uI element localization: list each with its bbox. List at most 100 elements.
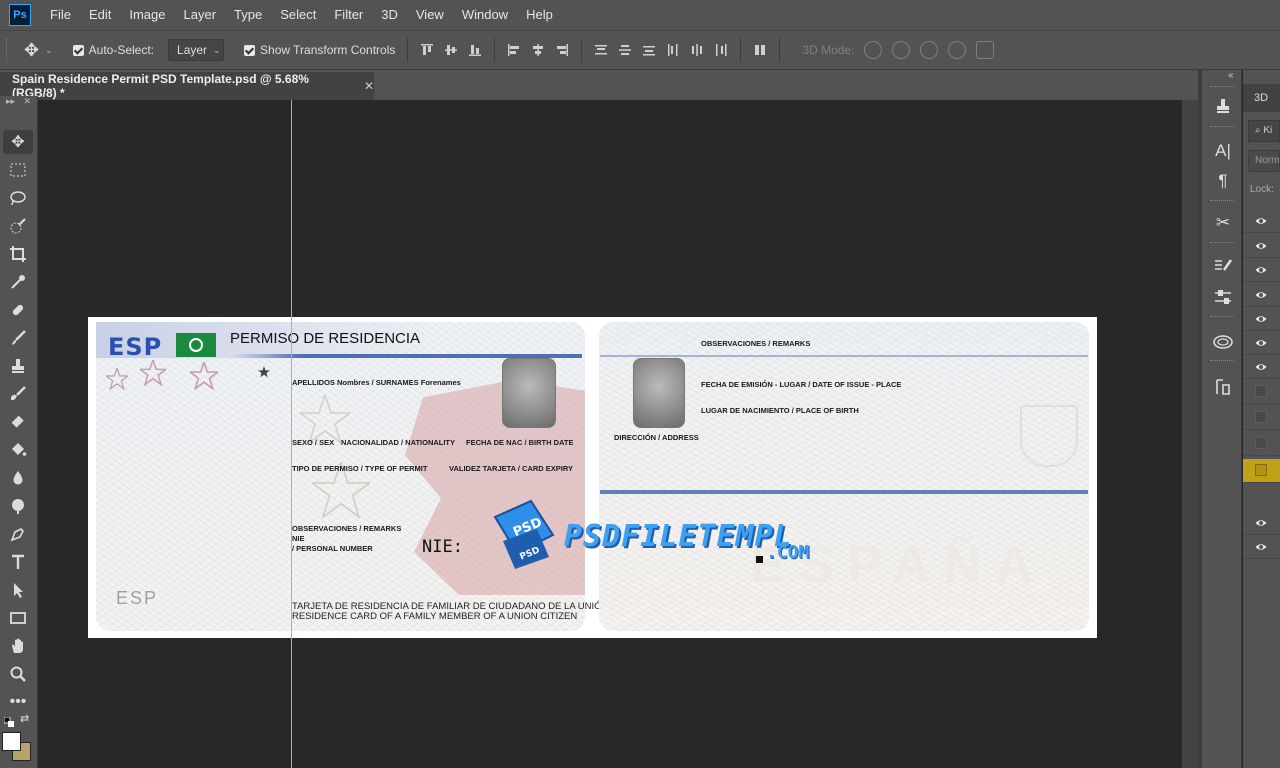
distribute-top-icon[interactable] bbox=[594, 43, 608, 57]
layer-row[interactable] bbox=[1243, 511, 1280, 535]
layer-row[interactable] bbox=[1243, 209, 1280, 233]
visibility-eye-icon[interactable] bbox=[1255, 313, 1267, 325]
menu-layer[interactable]: Layer bbox=[175, 0, 226, 30]
more-icon[interactable]: ••• bbox=[3, 690, 33, 714]
orbit-3d-icon[interactable] bbox=[864, 41, 883, 59]
libraries-icon[interactable] bbox=[1210, 328, 1236, 354]
menu-filter[interactable]: Filter bbox=[325, 0, 372, 30]
layer-row[interactable] bbox=[1243, 234, 1280, 258]
visibility-eye-icon[interactable] bbox=[1255, 517, 1267, 529]
path-select-icon[interactable] bbox=[3, 578, 33, 602]
roll-3d-icon[interactable] bbox=[892, 41, 911, 59]
quick-select-icon[interactable] bbox=[3, 214, 33, 238]
menu-help[interactable]: Help bbox=[517, 0, 562, 30]
healing-brush-icon[interactable] bbox=[3, 298, 33, 322]
document-tab[interactable]: Spain Residence Permit PSD Template.psd … bbox=[0, 72, 374, 100]
move-icon[interactable]: ✥ bbox=[3, 130, 33, 154]
eyedropper-icon[interactable] bbox=[3, 270, 33, 294]
vertical-scrollbar[interactable] bbox=[1182, 100, 1198, 768]
brush-icon[interactable] bbox=[3, 326, 33, 350]
layer-row[interactable] bbox=[1243, 307, 1280, 331]
eraser-icon[interactable] bbox=[3, 410, 33, 434]
visibility-off-toggle[interactable] bbox=[1255, 437, 1267, 449]
clone-stamp-icon[interactable] bbox=[3, 354, 33, 378]
swap-colors-icon[interactable]: ⇄ bbox=[20, 712, 29, 725]
align-right-icon[interactable] bbox=[555, 43, 569, 57]
camera-3d-icon[interactable] bbox=[976, 41, 995, 59]
layer-row[interactable] bbox=[1243, 283, 1280, 307]
distribute-left-icon[interactable] bbox=[666, 43, 680, 57]
align-horizontal-center-icon[interactable] bbox=[531, 43, 545, 57]
paint-bucket-icon[interactable] bbox=[3, 438, 33, 462]
align-top-icon[interactable] bbox=[420, 43, 434, 57]
menu-file[interactable]: File bbox=[41, 0, 80, 30]
distribute-right-icon[interactable] bbox=[714, 43, 728, 57]
panel-tab-3d[interactable]: 3D bbox=[1243, 84, 1280, 112]
photoshop-logo[interactable]: Ps bbox=[9, 4, 31, 26]
visibility-off-toggle[interactable] bbox=[1255, 385, 1267, 397]
tools-icon[interactable]: ✂ bbox=[1210, 210, 1236, 236]
visibility-eye-icon[interactable] bbox=[1255, 264, 1267, 276]
type-icon[interactable] bbox=[3, 550, 33, 574]
visibility-eye-icon[interactable] bbox=[1255, 541, 1267, 553]
auto-align-icon[interactable] bbox=[753, 43, 767, 57]
menu-window[interactable]: Window bbox=[453, 0, 517, 30]
layer-row[interactable] bbox=[1243, 459, 1280, 483]
visibility-eye-icon[interactable] bbox=[1255, 289, 1267, 301]
layer-row[interactable] bbox=[1243, 355, 1280, 379]
hand-icon[interactable] bbox=[3, 634, 33, 658]
default-colors-icon[interactable] bbox=[3, 714, 14, 727]
clone-source-icon[interactable] bbox=[1210, 94, 1236, 120]
visibility-eye-icon[interactable] bbox=[1255, 361, 1267, 373]
rectangle-icon[interactable] bbox=[3, 606, 33, 630]
character-icon[interactable]: A| bbox=[1210, 138, 1236, 164]
align-left-icon[interactable] bbox=[507, 43, 521, 57]
visibility-eye-icon[interactable] bbox=[1255, 215, 1267, 227]
menu-3d[interactable]: 3D bbox=[372, 0, 407, 30]
menu-select[interactable]: Select bbox=[271, 0, 325, 30]
collapse-panels-icon[interactable]: « bbox=[1228, 70, 1234, 81]
blend-mode-dropdown[interactable]: Norm bbox=[1248, 150, 1280, 172]
adjustments-icon[interactable] bbox=[1210, 284, 1236, 310]
zoom-icon[interactable] bbox=[3, 662, 33, 686]
layer-row[interactable] bbox=[1243, 535, 1280, 559]
close-icon[interactable]: ✕ bbox=[23, 96, 31, 110]
move-icon[interactable]: ✥ bbox=[24, 40, 39, 61]
menu-image[interactable]: Image bbox=[120, 0, 174, 30]
distribute-center-icon[interactable] bbox=[618, 43, 632, 57]
chevron-down-icon[interactable]: ⌄ bbox=[45, 45, 53, 56]
vertical-guide[interactable] bbox=[291, 100, 292, 768]
auto-select-target-dropdown[interactable]: Layer ⌄ bbox=[168, 39, 225, 61]
align-bottom-icon[interactable] bbox=[468, 43, 482, 57]
blur-icon[interactable] bbox=[3, 466, 33, 490]
expand-toolbox-icon[interactable]: ▸▸ bbox=[6, 96, 15, 110]
crop-icon[interactable] bbox=[3, 242, 33, 266]
marquee-icon[interactable] bbox=[3, 158, 33, 182]
layer-row[interactable] bbox=[1243, 380, 1280, 404]
drag-3d-icon[interactable] bbox=[920, 41, 939, 59]
history-brush-icon[interactable] bbox=[3, 382, 33, 406]
dodge-icon[interactable] bbox=[3, 494, 33, 518]
menu-type[interactable]: Type bbox=[225, 0, 271, 30]
visibility-off-toggle[interactable] bbox=[1255, 411, 1267, 423]
transform-controls-checkbox[interactable] bbox=[244, 44, 256, 56]
slide-3d-icon[interactable] bbox=[948, 41, 967, 59]
options-grip[interactable] bbox=[6, 38, 10, 62]
foreground-color-swatch[interactable] bbox=[2, 732, 21, 751]
layer-row[interactable] bbox=[1243, 406, 1280, 430]
auto-select-checkbox[interactable] bbox=[72, 44, 84, 56]
brush-settings-icon[interactable] bbox=[1210, 254, 1236, 280]
distribute-bottom-icon[interactable] bbox=[642, 43, 656, 57]
visibility-off-toggle[interactable] bbox=[1255, 464, 1267, 476]
layer-row[interactable] bbox=[1243, 432, 1280, 456]
pen-icon[interactable] bbox=[3, 522, 33, 546]
history-icon[interactable] bbox=[1210, 374, 1236, 400]
menu-edit[interactable]: Edit bbox=[80, 0, 120, 30]
layer-row[interactable] bbox=[1243, 331, 1280, 355]
paragraph-icon[interactable]: ¶ bbox=[1210, 168, 1236, 194]
distribute-horizontal-icon[interactable] bbox=[690, 43, 704, 57]
align-vertical-center-icon[interactable] bbox=[444, 43, 458, 57]
lasso-icon[interactable] bbox=[3, 186, 33, 210]
visibility-eye-icon[interactable] bbox=[1255, 337, 1267, 349]
menu-view[interactable]: View bbox=[407, 0, 453, 30]
